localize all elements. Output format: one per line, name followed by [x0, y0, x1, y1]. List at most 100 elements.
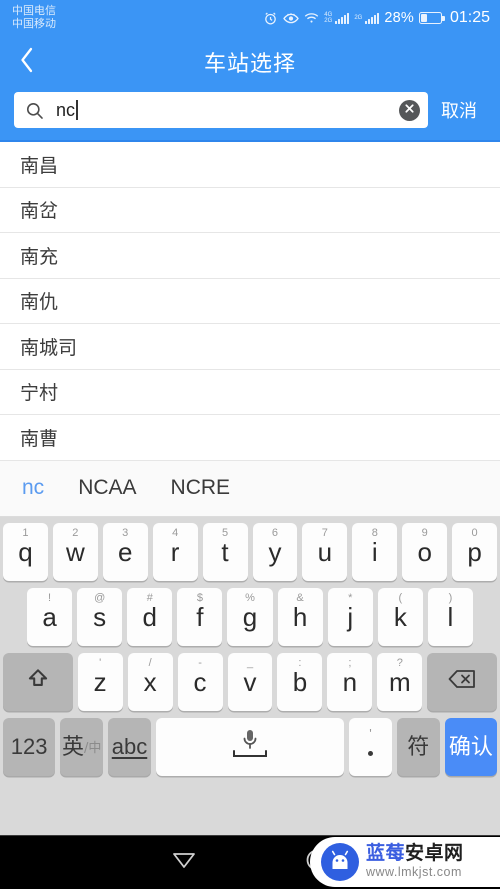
key-label: q [18, 536, 33, 567]
back-button[interactable] [0, 36, 54, 88]
key-superscript: _ [246, 656, 254, 669]
key-j[interactable]: * j [327, 587, 373, 646]
search-value-text: nc [56, 99, 76, 120]
key-a[interactable]: ! a [27, 587, 73, 646]
carrier-labels: 中国电信 中国移动 [12, 5, 56, 30]
confirm-key[interactable]: 确认 [444, 717, 497, 776]
keyboard-row-2: ! a @ s # d $ f % g & h * j (k ) l [3, 587, 497, 646]
key-b[interactable]: :b [277, 652, 323, 711]
symbol-key[interactable]: 符 [396, 717, 440, 776]
key-superscript: ( [398, 591, 403, 604]
key-k[interactable]: (k [377, 587, 423, 646]
key-u[interactable]: 7u [302, 522, 348, 581]
key-l[interactable]: ) l [427, 587, 473, 646]
key-v[interactable]: _ v [227, 652, 273, 711]
key-superscript: @ [94, 591, 106, 604]
key-e[interactable]: 3e [102, 522, 148, 581]
watermark-title-part-2: 安卓网 [405, 842, 464, 865]
list-item[interactable]: 南昌 [0, 142, 500, 188]
signal-icon [335, 12, 350, 24]
language-toggle-key[interactable]: 英/中 [60, 717, 104, 776]
key-superscript: / [148, 656, 152, 669]
cancel-button[interactable]: 取消 [428, 97, 490, 123]
key-label: z [93, 666, 107, 697]
key-label: 符 [407, 733, 430, 759]
key-x[interactable]: / x [127, 652, 173, 711]
key-superscript: ' [99, 656, 102, 669]
key-s[interactable]: @ s [77, 587, 123, 646]
chevron-left-icon [19, 46, 35, 79]
key-label: s [93, 601, 107, 632]
list-item[interactable]: 南曹 [0, 415, 500, 461]
key-label: a [42, 601, 57, 632]
key-label: abc [111, 733, 148, 759]
clock-label: 01:25 [449, 9, 490, 26]
space-key[interactable] [155, 717, 345, 776]
carrier-1-label: 中国电信 [12, 5, 56, 18]
key-r[interactable]: 4r [152, 522, 198, 581]
key-label: x [143, 666, 157, 697]
eye-icon [283, 12, 300, 25]
search-input-value: nc [56, 99, 78, 121]
key-superscript: 1 [22, 526, 29, 539]
key-label: l [447, 601, 454, 632]
page-title: 车站选择 [203, 52, 296, 77]
watermark-title: 蓝莓安卓网 [366, 842, 464, 865]
list-item[interactable]: 南岔 [0, 187, 500, 233]
key-q[interactable]: 1q [2, 522, 48, 581]
clear-search-button[interactable] [399, 99, 420, 121]
key-label: c [193, 666, 207, 697]
numeric-mode-key[interactable]: 123 [3, 717, 56, 776]
list-item[interactable]: 宁村 [0, 369, 500, 415]
key-g[interactable]: % g [227, 587, 273, 646]
alarm-icon [263, 11, 278, 26]
app-root: 中国电信 中国移动 4G 2G 2G 28% 01:25 车站选择 nc 取消 … [0, 0, 500, 889]
key-p[interactable]: 0p [452, 522, 498, 581]
key-superscript: - [198, 656, 202, 669]
candidate-item[interactable]: NCAA [78, 476, 136, 500]
key-c[interactable]: -c [177, 652, 223, 711]
search-input[interactable]: nc [14, 92, 428, 128]
key-n[interactable]: ; n [327, 652, 373, 711]
key-label: h [292, 601, 308, 632]
key-f[interactable]: $ f [177, 587, 223, 646]
comma-period-key[interactable]: ' [349, 717, 392, 776]
close-icon [404, 101, 415, 119]
battery-percent-label: 28% [384, 10, 414, 26]
shift-key[interactable] [3, 652, 73, 711]
key-i[interactable]: 8i [352, 522, 398, 581]
candidate-item[interactable]: NCRE [171, 476, 231, 500]
key-h[interactable]: & h [277, 587, 323, 646]
candidate-item[interactable]: nc [22, 476, 44, 500]
app-header: 车站选择 [0, 36, 500, 88]
key-z[interactable]: ' z [77, 652, 123, 711]
key-label: t [221, 536, 229, 567]
key-label: i [371, 536, 378, 567]
backspace-icon [447, 668, 477, 695]
shift-arrow-icon [25, 666, 51, 697]
key-superscript: 4 [172, 526, 179, 539]
key-d[interactable]: # d [127, 587, 173, 646]
signal-icon-2 [365, 12, 380, 24]
android-nav-bar: 蓝莓安卓网 www.lmkjst.com [0, 835, 500, 889]
key-superscript: ! [48, 591, 52, 604]
list-item[interactable]: 南充 [0, 233, 500, 279]
abc-mode-key[interactable]: abc [108, 717, 151, 776]
key-w[interactable]: 2w [52, 522, 98, 581]
key-superscript: 2 [72, 526, 79, 539]
key-superscript: 8 [371, 526, 378, 539]
key-o[interactable]: 9o [402, 522, 448, 581]
backspace-key[interactable] [427, 652, 498, 711]
list-item[interactable]: 南城司 [0, 324, 500, 370]
key-superscript: 7 [321, 526, 328, 539]
watermark-title-part-1: 蓝莓 [366, 842, 406, 865]
key-superscript: * [348, 591, 353, 604]
nav-back-button[interactable] [171, 849, 197, 876]
status-icons: 4G 2G 2G 28% 01:25 [263, 9, 490, 27]
key-m[interactable]: ? m [377, 652, 423, 711]
key-y[interactable]: 6y [252, 522, 298, 581]
key-superscript: $ [196, 591, 203, 604]
key-t[interactable]: 5t [202, 522, 248, 581]
list-item[interactable]: 南仇 [0, 278, 500, 324]
key-label: k [393, 601, 407, 632]
